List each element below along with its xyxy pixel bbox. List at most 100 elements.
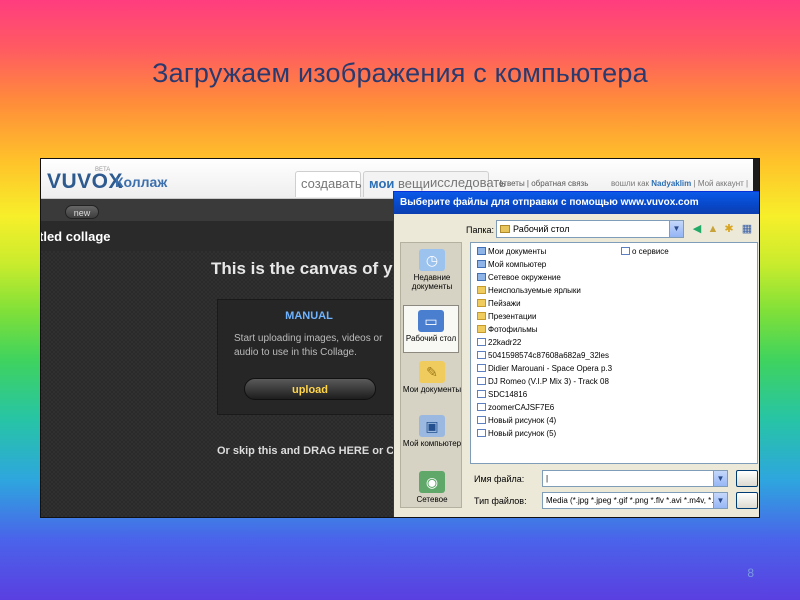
system-folder-icon bbox=[477, 247, 486, 255]
app-name: Коллаж bbox=[115, 174, 168, 190]
file-name: zoomerCAJSF7E6 bbox=[488, 403, 555, 412]
file-name: Фотофильмы bbox=[488, 325, 538, 334]
file-list-item[interactable]: Didier Marouani - Space Opera p.3 bbox=[477, 363, 612, 374]
user-info: вошли как Nadyaklim | Мой аккаунт | bbox=[611, 179, 748, 188]
new-folder-icon[interactable]: ✱ bbox=[722, 222, 736, 236]
chevron-down-icon[interactable]: ▼ bbox=[713, 493, 727, 508]
folder-icon bbox=[477, 325, 486, 333]
file-name: 22kadr22 bbox=[488, 338, 522, 347]
vuvox-logo[interactable]: VUVOX bbox=[47, 170, 123, 194]
file-icon bbox=[477, 429, 486, 437]
my-documents-icon: ✎ bbox=[419, 361, 445, 383]
cancel-button[interactable] bbox=[736, 492, 758, 509]
my-computer-icon: ▣ bbox=[419, 415, 445, 437]
system-folder-icon bbox=[477, 260, 486, 268]
help-feedback-links[interactable]: ответы | обратная связь bbox=[499, 179, 588, 188]
place-recent-label: Недавние документы bbox=[411, 273, 453, 291]
manual-text: Start uploading images, videos or audio … bbox=[234, 333, 383, 358]
file-list-item[interactable]: zoomerCAJSF7E6 bbox=[477, 402, 554, 413]
file-name: Мои документы bbox=[488, 247, 547, 256]
tab-create[interactable]: создавать bbox=[295, 171, 362, 197]
back-icon[interactable]: ◀ bbox=[690, 222, 704, 236]
file-list-item[interactable]: Фотофильмы bbox=[477, 324, 538, 335]
file-list-item[interactable]: DJ Romeo (V.I.P Mix 3) - Track 08 bbox=[477, 376, 609, 387]
file-name: Пейзажи bbox=[488, 299, 521, 308]
manual-upload-box: MANUAL Start uploading images, videos or… bbox=[217, 299, 399, 415]
file-icon bbox=[477, 351, 486, 359]
file-list-item[interactable]: Пейзажи bbox=[477, 298, 521, 309]
account-link[interactable]: | Мой аккаунт | bbox=[694, 179, 749, 188]
collage-title[interactable]: tled collage bbox=[41, 229, 111, 244]
file-name: Новый рисунок (5) bbox=[488, 429, 557, 438]
places-bar: ◷ Недавние документы ▭ Рабочий стол ✎ Мо… bbox=[400, 242, 462, 508]
file-icon bbox=[477, 364, 486, 372]
file-list-item[interactable]: Новый рисунок (5) bbox=[477, 428, 556, 439]
place-network[interactable]: ◉ Сетевое bbox=[401, 471, 463, 504]
file-open-dialog: Выберите файлы для отправки с помощью ww… bbox=[393, 191, 759, 517]
filetype-label: Тип файлов: bbox=[474, 496, 527, 506]
upload-button[interactable]: upload bbox=[244, 378, 376, 400]
file-name: Мой компьютер bbox=[488, 260, 547, 269]
file-name: Неиспользуемые ярлыки bbox=[488, 286, 581, 295]
filetype-value: Media (*.jpg *.jpeg *.gif *.png *.flv *.… bbox=[546, 496, 718, 505]
new-button[interactable]: new bbox=[65, 205, 99, 219]
place-network-label: Сетевое bbox=[416, 495, 448, 504]
file-list-item[interactable]: Новый рисунок (4) bbox=[477, 415, 556, 426]
slide-title: Загружаем изображения с компьютера bbox=[152, 58, 648, 88]
open-button[interactable] bbox=[736, 470, 758, 487]
up-folder-icon[interactable]: ▲ bbox=[706, 222, 720, 236]
file-list-item[interactable]: Сетевое окружение bbox=[477, 272, 561, 283]
file-icon bbox=[621, 247, 630, 255]
desktop-folder-icon bbox=[500, 225, 510, 233]
file-list-item[interactable]: Презентации bbox=[477, 311, 536, 322]
desktop-icon: ▭ bbox=[418, 310, 444, 332]
file-list-item[interactable]: Мои документы bbox=[477, 246, 546, 257]
system-folder-icon bbox=[477, 273, 486, 281]
filename-value: | bbox=[546, 474, 549, 483]
file-list-item[interactable]: Неиспользуемые ярлыки bbox=[477, 285, 581, 296]
vuvox-screenshot: VUVOX BETA Коллаж создавать мои вещи исс… bbox=[40, 158, 760, 518]
file-list-item[interactable]: 22kadr22 bbox=[477, 337, 521, 348]
file-name: о сервисе bbox=[632, 247, 669, 256]
file-icon bbox=[477, 416, 486, 424]
folder-select[interactable]: Рабочий стол ▼ bbox=[496, 220, 684, 238]
place-recent[interactable]: ◷ Недавние документы bbox=[401, 249, 463, 291]
chevron-down-icon[interactable]: ▼ bbox=[669, 221, 683, 237]
username-link[interactable]: Nadyaklim bbox=[651, 179, 691, 188]
folder-icon bbox=[477, 299, 486, 307]
drag-here-text[interactable]: Or skip this and DRAG HERE or CLIC bbox=[217, 445, 412, 457]
file-name: Сетевое окружение bbox=[488, 273, 561, 282]
file-list-item[interactable]: SDC14816 bbox=[477, 389, 527, 400]
dialog-titlebar[interactable]: Выберите файлы для отправки с помощью ww… bbox=[394, 192, 759, 214]
canvas-heading: This is the canvas of y bbox=[211, 259, 393, 278]
file-list-item[interactable]: Мой компьютер bbox=[477, 259, 546, 270]
file-name: Didier Marouani - Space Opera p.3 bbox=[488, 364, 613, 373]
folder-value: Рабочий стол bbox=[513, 224, 570, 234]
file-name: 5041598574c87608a682a9_32les bbox=[488, 351, 610, 360]
filename-label: Имя файла: bbox=[474, 474, 525, 484]
logged-in-prefix: вошли как bbox=[611, 179, 650, 188]
file-icon bbox=[477, 338, 486, 346]
tab-my-label: мои bbox=[369, 176, 395, 191]
dialog-title: Выберите файлы для отправки с помощью ww… bbox=[400, 197, 699, 208]
filename-input[interactable]: | ▼ bbox=[542, 470, 728, 487]
beta-badge: BETA bbox=[95, 167, 111, 173]
file-name: Презентации bbox=[488, 312, 537, 321]
file-list[interactable]: Мои документы Мой компьютер Сетевое окруже… bbox=[470, 242, 758, 464]
place-my-documents[interactable]: ✎ Мои документы bbox=[401, 361, 463, 394]
place-desktop[interactable]: ▭ Рабочий стол bbox=[403, 305, 459, 353]
place-my-documents-label: Мои документы bbox=[402, 385, 462, 394]
chevron-down-icon[interactable]: ▼ bbox=[713, 471, 727, 486]
place-my-computer[interactable]: ▣ Мой компьютер bbox=[401, 415, 463, 448]
view-menu-icon[interactable]: ▦ bbox=[740, 222, 754, 236]
file-name: SDC14816 bbox=[488, 390, 528, 399]
filetype-select[interactable]: Media (*.jpg *.jpeg *.gif *.png *.flv *.… bbox=[542, 492, 728, 509]
folder-icon bbox=[477, 312, 486, 320]
file-list-item[interactable]: о сервисе bbox=[621, 246, 669, 257]
file-icon bbox=[477, 377, 486, 385]
file-icon bbox=[477, 403, 486, 411]
file-list-item[interactable]: 5041598574c87608a682a9_32les bbox=[477, 350, 609, 361]
network-icon: ◉ bbox=[419, 471, 445, 493]
file-name: Новый рисунок (4) bbox=[488, 416, 557, 425]
manual-title: MANUAL bbox=[285, 310, 333, 322]
